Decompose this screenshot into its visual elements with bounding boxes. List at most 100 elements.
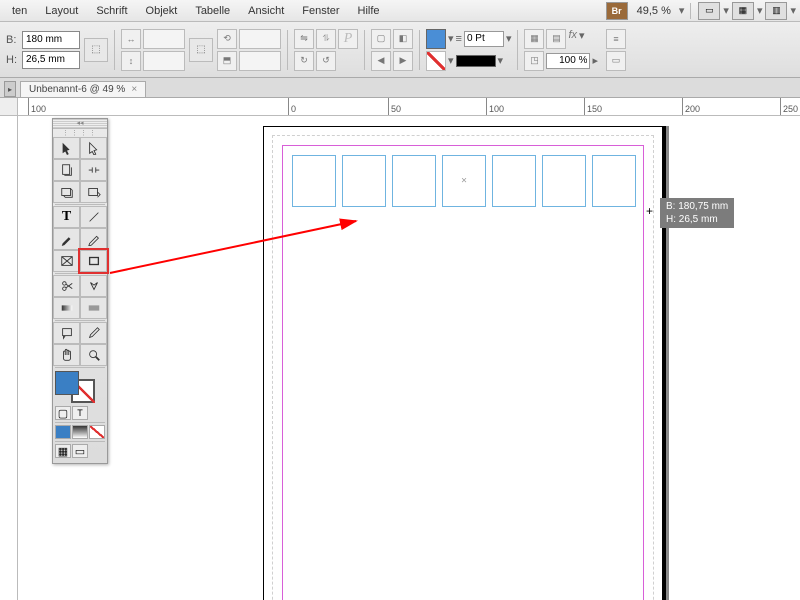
fill-swatch[interactable] xyxy=(426,29,446,49)
zoom-level[interactable]: 49,5 % xyxy=(631,5,677,17)
ruler-tick: 50 xyxy=(388,98,401,116)
rectangle-frame[interactable] xyxy=(392,155,436,207)
stroke-style[interactable] xyxy=(456,55,496,67)
width-label: B: xyxy=(6,34,20,46)
menu-hilfe[interactable]: Hilfe xyxy=(350,3,388,19)
link-wh-icon[interactable]: ⬚ xyxy=(84,38,108,62)
panel-drag-dots[interactable]: ⋮⋮⋮⋮ xyxy=(53,129,107,137)
vertical-ruler[interactable] xyxy=(0,116,18,600)
formatting-container-icon[interactable]: ▢ xyxy=(55,406,71,420)
control-bar: B: H: ⬚ ↔ ↕ ⬚ ⟲ ⬒ ⇋ ⥮ P ↻ ↺ ▢ ◧ xyxy=(0,22,800,78)
page-tool[interactable] xyxy=(53,159,80,181)
horizontal-ruler[interactable]: 100 0 50 100 150 200 250 xyxy=(18,98,800,116)
rectangle-frame-tool[interactable] xyxy=(53,250,80,272)
extra-icon-1[interactable]: ≡ xyxy=(606,29,626,49)
ruler-origin[interactable] xyxy=(0,98,18,116)
canvas-area[interactable]: + B: 180,75 mm H: 26,5 mm xyxy=(18,116,800,600)
link-scale-icon[interactable]: ⬚ xyxy=(189,38,213,62)
wrap-icon[interactable]: ▤ xyxy=(546,29,566,49)
select-container-icon[interactable]: ▢ xyxy=(371,29,391,49)
free-transform-tool[interactable] xyxy=(80,275,107,297)
width-input[interactable] xyxy=(22,31,80,49)
workspace-button[interactable]: ▥ xyxy=(765,2,787,20)
menu-ansicht[interactable]: Ansicht xyxy=(240,3,292,19)
rectangle-tool[interactable] xyxy=(80,250,107,272)
apply-color-icon[interactable] xyxy=(55,425,71,439)
menu-tabelle[interactable]: Tabelle xyxy=(187,3,238,19)
next-obj-icon[interactable]: ▶ xyxy=(393,51,413,71)
stroke-swatch[interactable] xyxy=(426,51,446,71)
fill-stroke-swatches[interactable] xyxy=(53,369,107,405)
type-tool[interactable]: T xyxy=(53,206,80,228)
gradient-feather-tool[interactable] xyxy=(80,297,107,319)
height-input[interactable] xyxy=(22,51,80,69)
fx-label[interactable]: fx xyxy=(568,29,577,49)
expand-panels-button[interactable]: ▸ xyxy=(4,81,16,97)
panel-grip[interactable]: ◂◂ xyxy=(53,119,107,129)
rotate-cw-icon[interactable]: ↻ xyxy=(294,51,314,71)
scale-x-input[interactable] xyxy=(143,29,185,49)
opacity-input[interactable] xyxy=(546,53,590,69)
pen-tool[interactable] xyxy=(53,228,80,250)
document-tab[interactable]: Unbenannt-6 @ 49 % × xyxy=(20,81,146,97)
rotate-ccw-icon[interactable]: ↺ xyxy=(316,51,336,71)
corner-icon[interactable]: ◳ xyxy=(524,51,544,71)
ruler-tick: 150 xyxy=(584,98,602,116)
tools-panel[interactable]: ◂◂ ⋮⋮⋮⋮ T xyxy=(52,118,108,464)
rotate-icon[interactable]: ⟲ xyxy=(217,29,237,49)
flip-h-icon[interactable]: ⇋ xyxy=(294,29,314,49)
menu-fenster[interactable]: Fenster xyxy=(294,3,347,19)
pencil-tool[interactable] xyxy=(80,228,107,250)
arrange-button[interactable]: ▦ xyxy=(732,2,754,20)
page[interactable] xyxy=(263,126,663,600)
hand-tool[interactable] xyxy=(53,344,80,366)
menu-schrift[interactable]: Schrift xyxy=(88,3,135,19)
note-tool[interactable] xyxy=(53,322,80,344)
screen-mode-button[interactable]: ▭ xyxy=(698,2,720,20)
rectangle-frame[interactable] xyxy=(442,155,486,207)
view-mode-preview-icon[interactable]: ▭ xyxy=(72,444,88,458)
eyedropper-tool[interactable] xyxy=(80,322,107,344)
line-tool[interactable] xyxy=(80,206,107,228)
bridge-button[interactable]: Br xyxy=(606,2,628,20)
view-mode-normal-icon[interactable]: ▦ xyxy=(55,444,71,458)
fill-color-swatch[interactable] xyxy=(55,371,79,395)
prev-obj-icon[interactable]: ◀ xyxy=(371,51,391,71)
content-placer-tool[interactable] xyxy=(80,181,107,203)
apply-none-icon[interactable] xyxy=(89,425,105,439)
rectangle-frame[interactable] xyxy=(542,155,586,207)
height-label: H: xyxy=(6,54,20,66)
rectangle-frame[interactable] xyxy=(342,155,386,207)
formatting-text-icon[interactable]: T xyxy=(72,406,88,420)
frame-row xyxy=(292,155,636,207)
select-content-icon[interactable]: ◧ xyxy=(393,29,413,49)
extra-icon-2[interactable]: ▭ xyxy=(606,51,626,71)
menu-layout[interactable]: Layout xyxy=(37,3,86,19)
effects-icon[interactable]: ▦ xyxy=(524,29,544,49)
tooltip-width: B: 180,75 mm xyxy=(666,200,728,213)
rectangle-frame[interactable] xyxy=(592,155,636,207)
close-tab-icon[interactable]: × xyxy=(131,84,137,95)
direct-selection-tool[interactable] xyxy=(80,137,107,159)
shear-icon[interactable]: ⬒ xyxy=(217,51,237,71)
gradient-swatch-tool[interactable] xyxy=(53,297,80,319)
stroke-weight-input[interactable] xyxy=(464,31,504,47)
menu-ten[interactable]: ten xyxy=(4,3,35,19)
flip-v-icon[interactable]: ⥮ xyxy=(316,29,336,49)
gap-tool[interactable] xyxy=(80,159,107,181)
paragraph-icon[interactable]: P xyxy=(338,29,358,49)
rectangle-frame[interactable] xyxy=(492,155,536,207)
content-collector-tool[interactable] xyxy=(53,181,80,203)
scissors-tool[interactable] xyxy=(53,275,80,297)
selection-tool[interactable] xyxy=(53,137,80,159)
scale-y-icon[interactable]: ↕ xyxy=(121,51,141,71)
apply-gradient-icon[interactable] xyxy=(72,425,88,439)
rectangle-frame[interactable] xyxy=(292,155,336,207)
shear-input[interactable] xyxy=(239,51,281,71)
margin-guide xyxy=(282,145,644,600)
zoom-tool[interactable] xyxy=(80,344,107,366)
rotate-input[interactable] xyxy=(239,29,281,49)
scale-x-icon[interactable]: ↔ xyxy=(121,29,141,49)
scale-y-input[interactable] xyxy=(143,51,185,71)
menu-objekt[interactable]: Objekt xyxy=(138,3,186,19)
